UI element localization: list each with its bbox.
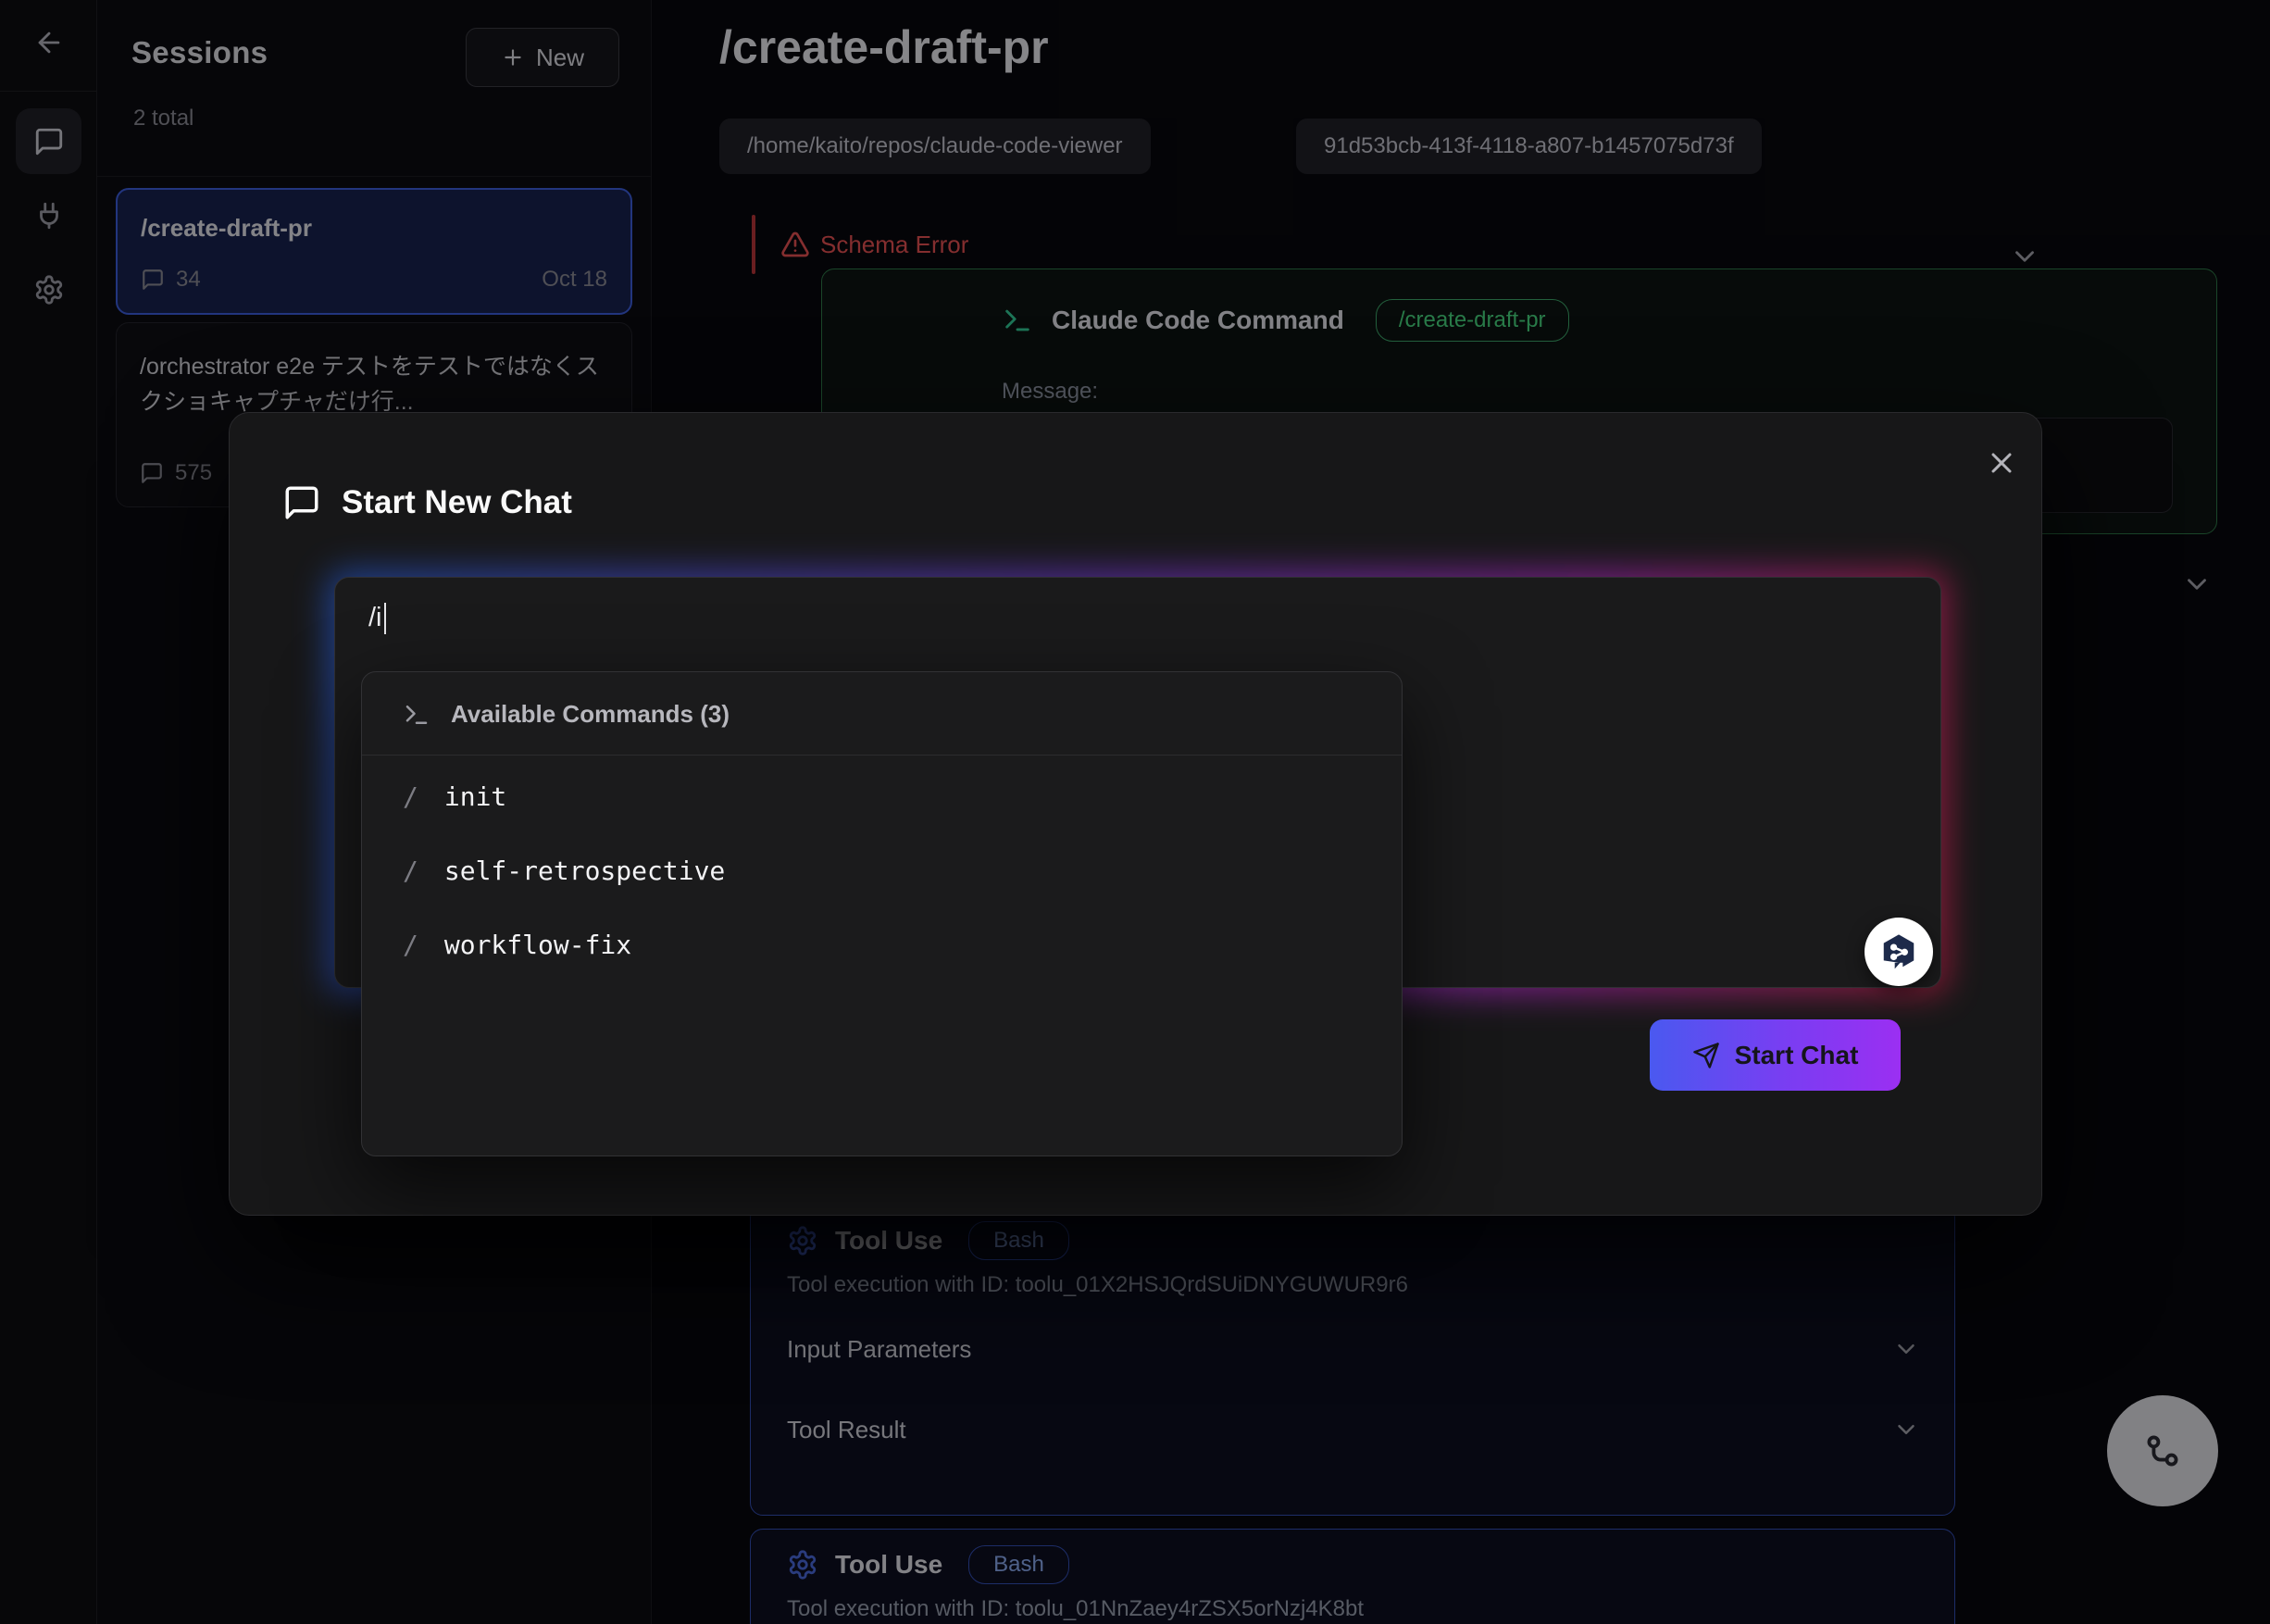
close-button[interactable] bbox=[1976, 437, 2027, 489]
command-option-self-retrospective[interactable]: / self-retrospective bbox=[362, 833, 1402, 907]
text-caret bbox=[384, 603, 386, 634]
hexagon-chat-logo-icon bbox=[1877, 931, 1920, 973]
command-name: self-retrospective bbox=[444, 856, 725, 886]
app-root: Sessions New 2 total /create-draft-pr 34… bbox=[0, 0, 2270, 1624]
command-prefix: / bbox=[403, 856, 418, 886]
command-name: init bbox=[444, 781, 506, 812]
commands-dropdown: Available Commands (3) / init / self-ret… bbox=[361, 671, 1403, 1156]
claude-logo-button[interactable] bbox=[1865, 918, 1933, 986]
command-option-workflow-fix[interactable]: / workflow-fix bbox=[362, 907, 1402, 981]
command-name: workflow-fix bbox=[444, 930, 631, 960]
command-option-init[interactable]: / init bbox=[362, 759, 1402, 833]
close-icon bbox=[1985, 446, 2018, 480]
commands-dropdown-heading: Available Commands (3) bbox=[451, 700, 730, 729]
start-chat-button[interactable]: Start Chat bbox=[1650, 1019, 1901, 1091]
start-new-chat-modal: Start New Chat /i bbox=[229, 412, 2042, 1216]
command-prefix: / bbox=[403, 781, 418, 812]
dropdown-divider bbox=[362, 755, 1402, 756]
terminal-icon bbox=[403, 701, 430, 729]
send-icon bbox=[1692, 1042, 1720, 1069]
chat-bubble-icon bbox=[282, 483, 321, 522]
start-chat-label: Start Chat bbox=[1735, 1041, 1859, 1070]
modal-title: Start New Chat bbox=[342, 484, 572, 521]
message-input-value: /i bbox=[368, 603, 382, 632]
command-prefix: / bbox=[403, 930, 418, 960]
